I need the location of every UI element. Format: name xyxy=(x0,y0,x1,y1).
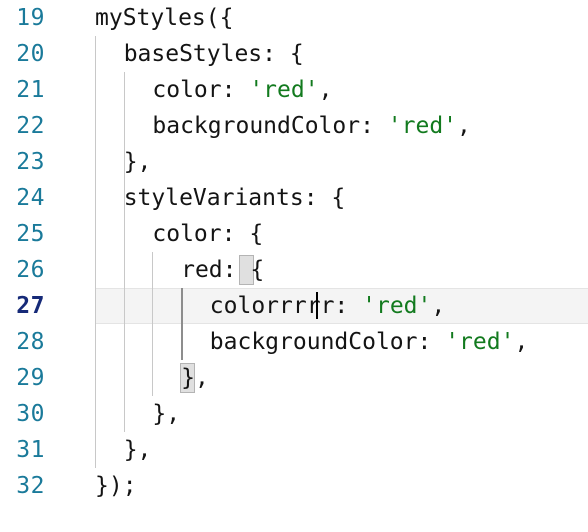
line-number[interactable]: 31 xyxy=(0,432,62,468)
code-line[interactable]: 19 myStyles({ xyxy=(0,0,588,36)
code-text[interactable]: }); xyxy=(95,468,137,504)
code-line[interactable]: 27 colorrrrr: 'red', xyxy=(0,288,588,324)
code-line[interactable]: 28 backgroundColor: 'red', xyxy=(0,324,588,360)
string-token: 'red' xyxy=(249,77,319,103)
code-text[interactable]: }, xyxy=(124,144,152,180)
line-number[interactable]: 23 xyxy=(0,144,62,180)
code-text[interactable]: red: { xyxy=(181,252,264,288)
code-text[interactable]: }, xyxy=(152,396,180,432)
line-number[interactable]: 32 xyxy=(0,468,62,504)
code-token: , xyxy=(514,329,529,355)
code-token: colorrrrr: xyxy=(209,293,363,319)
code-token: backgroundColor: xyxy=(152,113,388,139)
text-caret xyxy=(315,292,318,319)
code-token: baseStyles: { xyxy=(123,41,304,67)
code-text[interactable]: backgroundColor: 'red', xyxy=(152,108,471,144)
code-token: }, xyxy=(181,365,209,391)
code-line[interactable]: 24 styleVariants: { xyxy=(0,180,588,216)
line-number[interactable]: 24 xyxy=(0,180,62,216)
code-token: , xyxy=(318,77,333,103)
code-line[interactable]: 31}, xyxy=(0,432,588,468)
line-number[interactable]: 30 xyxy=(0,396,62,432)
code-text[interactable]: }, xyxy=(124,432,152,468)
line-number[interactable]: 26 xyxy=(0,252,62,288)
code-token: color: { xyxy=(152,221,264,247)
line-number[interactable]: 25 xyxy=(0,216,62,252)
string-token: 'red' xyxy=(387,113,458,139)
line-number[interactable]: 29 xyxy=(0,360,62,396)
line-number[interactable]: 27 xyxy=(0,288,62,324)
code-line[interactable]: 29}, xyxy=(0,360,588,396)
code-line[interactable]: 22 backgroundColor: 'red', xyxy=(0,108,588,144)
code-token: }); xyxy=(95,473,137,499)
code-token: }, xyxy=(123,437,152,463)
code-text[interactable]: }, xyxy=(181,360,209,396)
code-text[interactable]: colorrrrr: 'red', xyxy=(210,288,445,324)
line-number[interactable]: 19 xyxy=(0,0,62,36)
code-line[interactable]: 20 baseStyles: { xyxy=(0,36,588,72)
code-text[interactable]: backgroundColor: 'red', xyxy=(210,324,529,360)
code-line[interactable]: 23}, xyxy=(0,144,588,180)
string-token: 'red' xyxy=(362,293,432,319)
line-number[interactable]: 21 xyxy=(0,72,62,108)
code-token: styleVariants: { xyxy=(123,185,346,211)
code-text[interactable]: myStyles({ xyxy=(95,0,233,36)
code-token: backgroundColor: xyxy=(209,329,446,355)
code-text[interactable]: color: 'red', xyxy=(152,72,332,108)
string-token: 'red' xyxy=(445,329,515,355)
code-token: , xyxy=(457,113,471,139)
code-line[interactable]: 26 red: { xyxy=(0,252,588,288)
code-text[interactable]: baseStyles: { xyxy=(124,36,304,72)
code-token: red: { xyxy=(181,257,265,283)
code-token: }, xyxy=(152,401,181,427)
code-line[interactable]: 30}, xyxy=(0,396,588,432)
code-text[interactable]: styleVariants: { xyxy=(124,180,346,216)
code-line[interactable]: 25 color: { xyxy=(0,216,588,252)
line-number[interactable]: 20 xyxy=(0,36,62,72)
code-token: myStyles({ xyxy=(95,5,234,31)
code-line[interactable]: 32}); xyxy=(0,468,588,504)
code-token: }, xyxy=(123,149,152,175)
code-token: color: xyxy=(152,77,250,103)
line-number[interactable]: 28 xyxy=(0,324,62,360)
code-token: , xyxy=(431,293,446,319)
code-editor[interactable]: 19 myStyles({ 20 baseStyles: { 21 color: 'red… xyxy=(0,0,588,532)
line-number[interactable]: 22 xyxy=(0,108,62,144)
code-line[interactable]: 21 color: 'red', xyxy=(0,72,588,108)
code-text[interactable]: color: { xyxy=(152,216,263,252)
